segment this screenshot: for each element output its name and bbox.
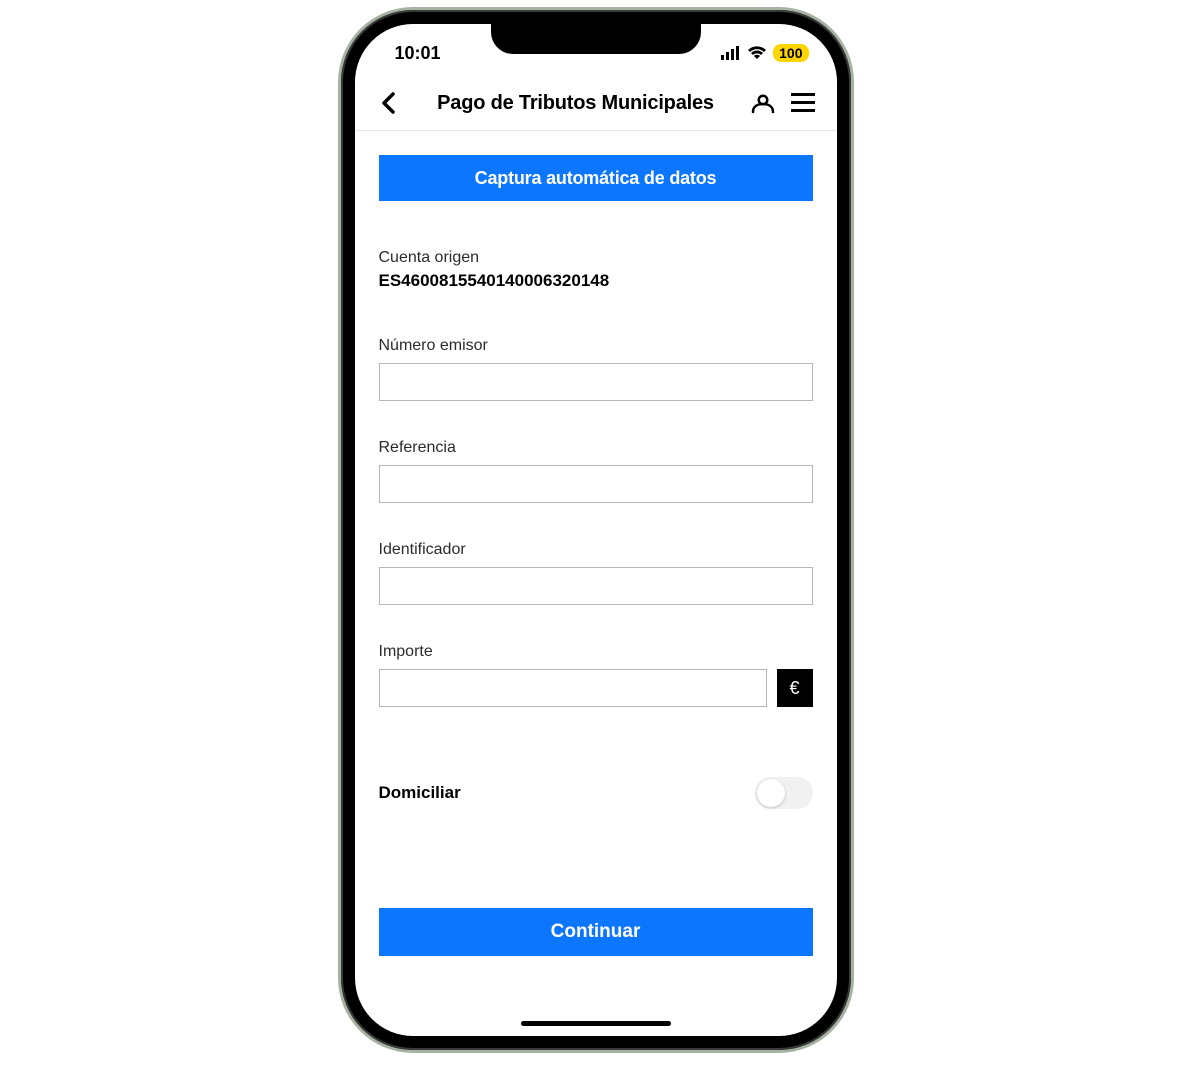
wifi-icon — [747, 46, 767, 60]
amount-row: € — [379, 669, 813, 707]
cellular-signal-icon — [721, 46, 741, 60]
status-right: 100 — [721, 44, 808, 62]
footer: Continuar — [379, 908, 813, 1036]
domiciliar-toggle[interactable] — [755, 777, 813, 809]
continue-button[interactable]: Continuar — [379, 908, 813, 956]
menu-button[interactable] — [789, 93, 817, 113]
issuer-label: Número emisor — [379, 337, 813, 355]
issuer-field: Número emisor — [379, 337, 813, 401]
toggle-thumb — [757, 779, 785, 807]
origin-account-value: ES4600815540140006320148 — [379, 271, 813, 291]
identifier-input[interactable] — [379, 567, 813, 605]
battery-level-badge: 100 — [773, 44, 808, 62]
currency-symbol: € — [777, 669, 813, 707]
content-area: Captura automática de datos Cuenta orige… — [355, 131, 837, 1036]
reference-input[interactable] — [379, 465, 813, 503]
reference-label: Referencia — [379, 439, 813, 457]
page-title: Pago de Tributos Municipales — [415, 92, 737, 115]
domiciliar-row: Domiciliar — [379, 777, 813, 809]
domiciliar-label: Domiciliar — [379, 783, 461, 803]
identifier-field: Identificador — [379, 541, 813, 605]
status-time: 10:01 — [395, 43, 441, 64]
chevron-left-icon — [381, 92, 397, 114]
support-button[interactable] — [749, 90, 777, 116]
issuer-input[interactable] — [379, 363, 813, 401]
phone-screen: 10:01 100 Pago de Tributos Municipales — [355, 24, 837, 1036]
amount-input[interactable] — [379, 669, 767, 707]
auto-capture-button[interactable]: Captura automática de datos — [379, 155, 813, 201]
back-button[interactable] — [375, 92, 403, 114]
home-indicator[interactable] — [521, 1021, 671, 1026]
phone-notch — [491, 24, 701, 54]
hamburger-icon — [791, 93, 815, 113]
phone-frame: 10:01 100 Pago de Tributos Municipales — [341, 10, 851, 1050]
identifier-label: Identificador — [379, 541, 813, 559]
amount-field: Importe € — [379, 643, 813, 707]
origin-account-label: Cuenta origen — [379, 249, 813, 267]
amount-label: Importe — [379, 643, 813, 661]
navigation-bar: Pago de Tributos Municipales — [355, 78, 837, 131]
reference-field: Referencia — [379, 439, 813, 503]
headset-icon — [750, 90, 776, 116]
